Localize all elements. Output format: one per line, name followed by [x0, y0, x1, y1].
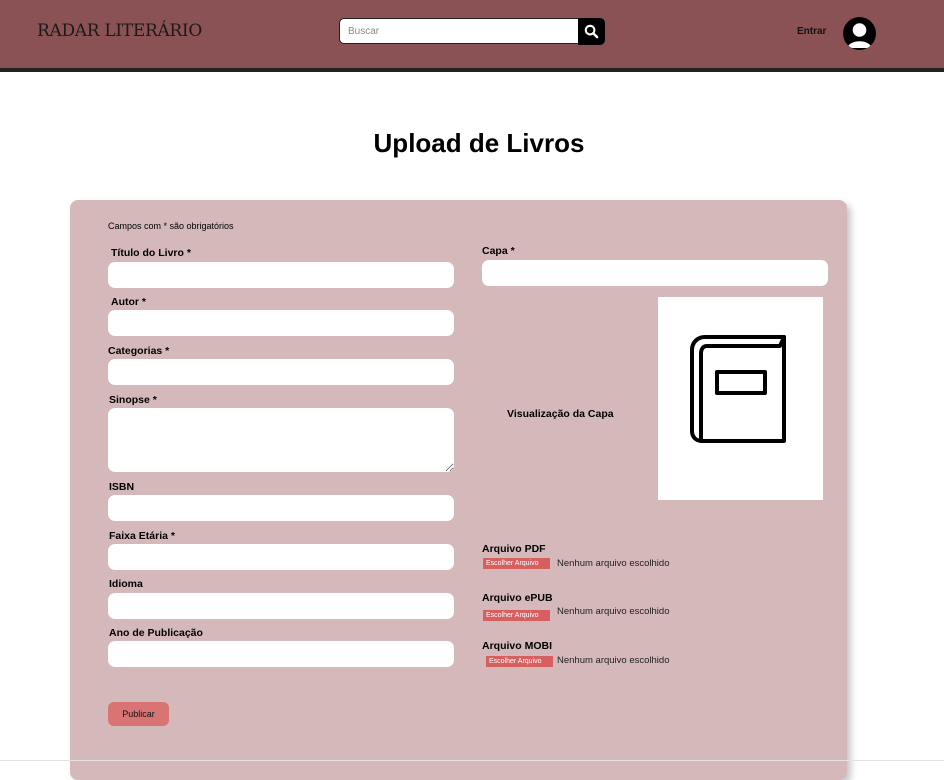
publish-button[interactable]: Publicar	[108, 702, 169, 726]
mobi-file-status: Nenhum arquivo escolhido	[557, 655, 670, 666]
title-input[interactable]	[108, 262, 454, 288]
author-label: Autor *	[111, 296, 146, 308]
upload-form-card: Campos com * são obrigatórios Título do …	[70, 200, 847, 780]
publication-year-label: Ano de Publicação	[109, 627, 203, 639]
epub-file-label: Arquivo ePUB	[482, 592, 553, 604]
header-divider	[0, 68, 944, 72]
synopsis-label: Sinopse *	[109, 394, 157, 406]
login-link[interactable]: Entrar	[797, 26, 826, 37]
page-title: Upload de Livros	[373, 128, 585, 158]
pdf-choose-file-button[interactable]: Escolher Arquivo	[483, 558, 550, 569]
required-fields-note: Campos com * são obrigatórios	[108, 221, 234, 231]
age-range-input[interactable]	[108, 544, 454, 570]
title-label: Título do Livro *	[111, 247, 191, 259]
isbn-label: ISBN	[109, 481, 135, 493]
epub-choose-file-button[interactable]: Escolher Arquivo	[483, 610, 550, 621]
categories-label: Categorias *	[108, 345, 170, 357]
user-avatar-icon[interactable]	[843, 17, 876, 50]
search-input[interactable]	[340, 19, 576, 43]
top-navbar: RADAR LITERÁRIO Entrar	[0, 0, 944, 68]
isbn-input[interactable]	[108, 495, 454, 521]
page-bottom-divider	[0, 760, 944, 761]
book-icon	[690, 335, 786, 443]
cover-input[interactable]	[482, 260, 828, 286]
cover-preview-label: Visualização da Capa	[507, 408, 614, 420]
pdf-file-status: Nenhum arquivo escolhido	[557, 558, 670, 569]
avatar-silhouette	[847, 23, 872, 48]
site-logo[interactable]: RADAR LITERÁRIO	[37, 21, 202, 41]
age-range-label: Faixa Etária *	[109, 530, 175, 542]
epub-file-status: Nenhum arquivo escolhido	[557, 606, 670, 617]
pdf-file-label: Arquivo PDF	[482, 543, 546, 555]
synopsis-textarea[interactable]	[108, 408, 454, 472]
search-icon	[584, 24, 599, 39]
mobi-choose-file-button[interactable]: Escolher Arquivo	[486, 656, 553, 667]
language-input[interactable]	[108, 593, 454, 619]
author-input[interactable]	[108, 310, 454, 336]
cover-label: Capa *	[482, 245, 515, 257]
search-button[interactable]	[578, 18, 605, 45]
publication-year-input[interactable]	[108, 641, 454, 667]
cover-preview	[658, 297, 823, 500]
language-label: Idioma	[109, 578, 143, 590]
search-box	[339, 18, 579, 44]
mobi-file-label: Arquivo MOBI	[482, 640, 552, 652]
categories-input[interactable]	[108, 359, 454, 385]
